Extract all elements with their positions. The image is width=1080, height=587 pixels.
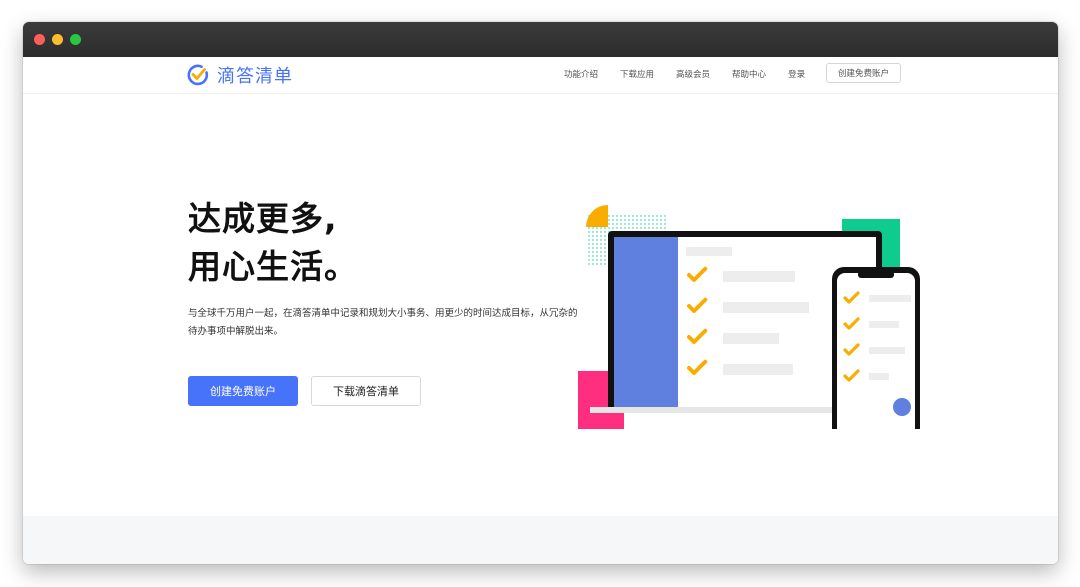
nav-link-download[interactable]: 下载应用 bbox=[620, 68, 654, 80]
nav-link-features[interactable]: 功能介绍 bbox=[564, 68, 598, 80]
phone-avatar-dot bbox=[893, 398, 911, 416]
task-bar bbox=[723, 333, 779, 344]
headline-line-1: 达成更多, bbox=[188, 199, 338, 238]
hero-headline: 达成更多, 用心生活。 bbox=[188, 195, 358, 291]
nav-links: 功能介绍 下载应用 高级会员 帮助中心 登录 bbox=[564, 68, 827, 80]
task-bar bbox=[723, 302, 809, 313]
task-bar bbox=[869, 295, 911, 302]
hero-illustration bbox=[578, 205, 920, 429]
nav-link-premium[interactable]: 高级会员 bbox=[676, 68, 710, 80]
phone-mockup bbox=[832, 267, 920, 429]
maximize-window-button[interactable] bbox=[70, 34, 81, 45]
check-circle-logo-icon bbox=[187, 64, 209, 86]
headline-line-2: 用心生活。 bbox=[188, 247, 358, 286]
laptop-sidebar bbox=[614, 237, 678, 407]
task-bar bbox=[869, 373, 889, 380]
brand-name: 滴答清单 bbox=[217, 66, 293, 87]
page-content: 滴答清单 功能介绍 下载应用 高级会员 帮助中心 登录 创建免费账户 达成更多,… bbox=[23, 57, 1058, 564]
task-bar bbox=[723, 364, 793, 375]
create-account-button[interactable]: 创建免费账户 bbox=[188, 376, 298, 406]
task-bar bbox=[869, 347, 905, 354]
top-navbar: 滴答清单 功能介绍 下载应用 高级会员 帮助中心 登录 创建免费账户 bbox=[23, 57, 1058, 94]
yellow-quarter-circle-decoration bbox=[586, 205, 608, 227]
browser-window: 滴答清单 功能介绍 下载应用 高级会员 帮助中心 登录 创建免费账户 达成更多,… bbox=[23, 22, 1058, 564]
nav-link-login[interactable]: 登录 bbox=[788, 68, 805, 80]
hero-description: 与全球千万用户一起，在滴答清单中记录和规划大小事务、用更少的时间达成目标，从冗杂… bbox=[188, 308, 578, 337]
brand-logo[interactable]: 滴答清单 bbox=[186, 62, 293, 88]
task-bar bbox=[723, 271, 795, 282]
window-titlebar bbox=[23, 22, 1058, 57]
footer-band bbox=[23, 516, 1058, 564]
download-app-button[interactable]: 下载滴答清单 bbox=[311, 376, 421, 406]
nav-link-help[interactable]: 帮助中心 bbox=[732, 68, 766, 80]
nav-signup-button[interactable]: 创建免费账户 bbox=[826, 63, 901, 83]
task-bar bbox=[869, 321, 899, 328]
minimize-window-button[interactable] bbox=[52, 34, 63, 45]
close-window-button[interactable] bbox=[34, 34, 45, 45]
